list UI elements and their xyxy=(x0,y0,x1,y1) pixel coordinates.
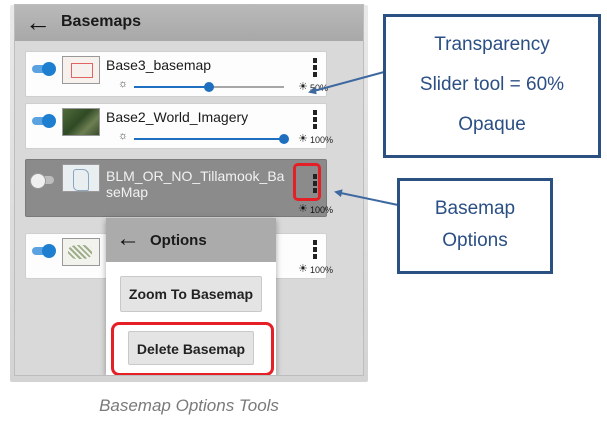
options-title: Options xyxy=(150,232,207,249)
basemap-name-line1: BLM_OR_NO_Tillamook_Ba xyxy=(106,168,285,184)
arrow-left-icon[interactable]: ← xyxy=(25,8,51,36)
slider-handle[interactable] xyxy=(204,82,214,92)
panel-title: Basemaps xyxy=(61,13,142,30)
basemap-thumbnail xyxy=(62,238,100,266)
basemap-thumbnail xyxy=(62,108,100,136)
options-highlight-box xyxy=(293,163,321,201)
callout-line: Transparency xyxy=(434,34,550,55)
callout-line: Options xyxy=(442,230,508,251)
layer-visibility-toggle[interactable] xyxy=(32,62,56,76)
sun-icon: ☀ xyxy=(298,133,308,145)
more-options-icon[interactable] xyxy=(310,240,320,262)
options-callout: Basemap Options xyxy=(397,178,553,274)
options-header: ← Options xyxy=(106,218,276,262)
figure-caption: Basemap Options Tools xyxy=(99,396,279,415)
callout-line: Slider tool = 60% xyxy=(419,74,565,95)
basemap-thumbnail xyxy=(62,56,100,84)
basemap-name: Base2_World_Imagery xyxy=(106,109,249,125)
transparency-callout: Transparency Slider tool = 60% Opaque xyxy=(383,14,601,158)
sun-outline-icon: ☼ xyxy=(118,130,129,142)
slider-handle[interactable] xyxy=(279,134,289,144)
sun-outline-icon: ☼ xyxy=(118,78,129,90)
layer-visibility-toggle[interactable] xyxy=(32,244,56,258)
basemap-item[interactable]: Base3_basemap ☼ ☀ 50% xyxy=(25,51,329,97)
arrow-left-icon[interactable]: ← xyxy=(116,226,140,252)
sun-icon: ☀ xyxy=(298,263,308,275)
opacity-value: 50% xyxy=(310,83,329,93)
opacity-value: 100% xyxy=(310,205,334,215)
sun-icon: ☀ xyxy=(298,81,308,93)
basemap-thumbnail xyxy=(62,164,100,192)
opacity-value: 100% xyxy=(310,135,334,145)
callout-line: Opaque xyxy=(458,114,526,135)
basemap-name-line2: seMap xyxy=(106,184,149,200)
transparency-slider[interactable]: ☼ xyxy=(118,78,298,93)
callout-line: Basemap xyxy=(434,198,516,219)
transparency-slider[interactable]: ☼ xyxy=(118,130,298,145)
basemap-item[interactable]: Base2_World_Imagery ☼ ☀ 100% xyxy=(25,103,333,149)
delete-highlight-box xyxy=(111,322,274,375)
sun-icon: ☀ xyxy=(298,203,308,215)
options-menu: ← Options Zoom To Basemap Delete Basemap xyxy=(106,218,276,375)
more-options-icon[interactable] xyxy=(310,110,320,132)
opacity-value: 100% xyxy=(310,265,334,275)
panel-header: ← Basemaps xyxy=(15,5,363,41)
zoom-to-basemap-button[interactable]: Zoom To Basemap xyxy=(120,276,262,312)
more-options-icon[interactable] xyxy=(310,58,320,80)
basemap-name: Base3_basemap xyxy=(106,57,212,73)
layer-visibility-toggle[interactable] xyxy=(30,173,54,189)
basemap-item-selected[interactable]: BLM_OR_NO_Tillamook_Ba seMap ☀ 100% xyxy=(25,159,333,217)
layer-visibility-toggle[interactable] xyxy=(32,114,56,128)
